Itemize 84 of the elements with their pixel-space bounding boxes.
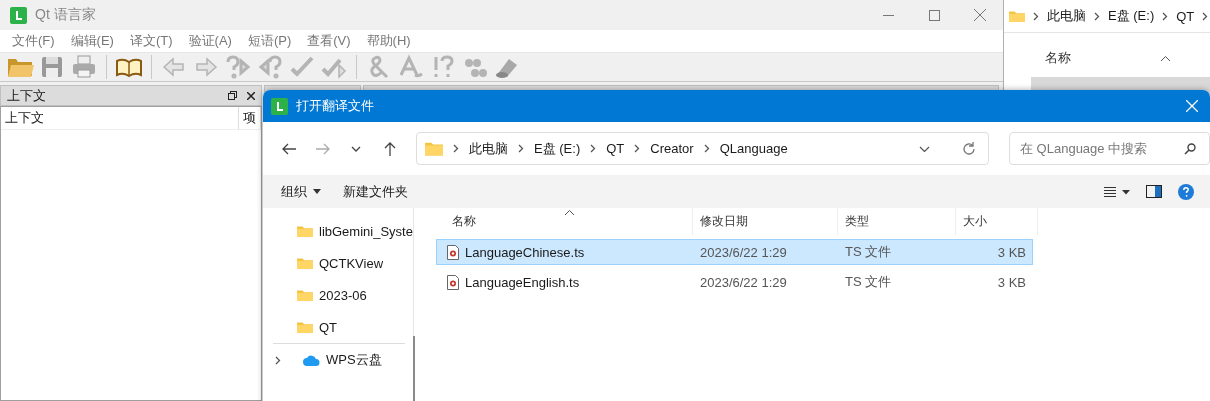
breadcrumb-item[interactable]: E盘 (E:): [1108, 7, 1155, 25]
folder-icon: [1009, 9, 1025, 23]
command-button[interactable]: 新建文件夹: [335, 178, 416, 205]
chevron-right-icon: [453, 144, 459, 153]
column-header[interactable]: 大小: [956, 208, 1038, 235]
chevron-right-icon: [1033, 11, 1039, 21]
sort-caret-icon: [1161, 55, 1170, 61]
chevron-right-icon: [703, 144, 710, 153]
modified-date: 2023/6/22 1:29: [699, 273, 788, 292]
help-icon[interactable]: [1178, 183, 1194, 200]
cloud-icon: [303, 354, 320, 366]
forward-arrow-icon[interactable]: [315, 142, 330, 155]
view-options-icon[interactable]: [1104, 186, 1130, 197]
file-icon: [447, 244, 459, 260]
menu-item[interactable]: 译文(T): [121, 32, 181, 50]
file-size: 3 KB: [996, 273, 1027, 292]
chevron-right-icon: [590, 144, 597, 153]
float-icon[interactable]: [228, 91, 237, 100]
chevron-right-icon: [1202, 11, 1209, 21]
breadcrumb-item[interactable]: 此电脑: [1047, 7, 1086, 25]
window-title: Qt 语言家: [35, 6, 96, 24]
folder-icon: [297, 320, 313, 334]
breadcrumb-item[interactable]: Creator: [650, 141, 694, 156]
up-arrow-icon[interactable]: [384, 141, 397, 156]
menu-item[interactable]: 短语(P): [239, 32, 300, 50]
file-name: LanguageEnglish.ts: [437, 270, 693, 294]
menu-item[interactable]: 验证(A): [180, 32, 240, 50]
nav-item[interactable]: WPS云盘: [263, 344, 413, 376]
refresh-icon[interactable]: [962, 141, 976, 156]
column-header[interactable]: 项: [239, 107, 261, 130]
folder-icon: [297, 256, 313, 270]
column-header[interactable]: 名称: [1045, 49, 1071, 67]
nav-item[interactable]: QCTKView: [263, 247, 413, 279]
nav-item[interactable]: QT: [263, 311, 413, 343]
expand-icon: [275, 355, 281, 365]
breadcrumb-item[interactable]: 此电脑: [469, 139, 508, 158]
search-icon: [1184, 142, 1196, 155]
close-icon[interactable]: [247, 91, 255, 100]
folder-icon: [297, 224, 313, 238]
modified-date: 2023/6/22 1:29: [699, 243, 788, 262]
app-logo-icon: [10, 6, 27, 24]
breadcrumb-item[interactable]: E盘 (E:): [534, 139, 581, 158]
search-field[interactable]: 在 QLanguage 中搜索: [1009, 132, 1210, 165]
breadcrumb-item[interactable]: QT: [606, 141, 625, 156]
menu-item[interactable]: 编辑(E): [62, 32, 122, 50]
back-arrow-icon[interactable]: [281, 142, 296, 155]
breadcrumb-item[interactable]: QLanguage: [719, 141, 788, 156]
file-row[interactable]: LanguageChinese.ts 2023/6/22 1:29 TS 文件 3 KB: [436, 239, 1033, 265]
minimize-icon[interactable]: [882, 14, 894, 16]
maximize-icon[interactable]: [928, 9, 940, 21]
chevron-right-icon: [518, 144, 524, 153]
column-header[interactable]: 名称: [436, 208, 693, 235]
breadcrumb-item[interactable]: QT: [1176, 8, 1195, 24]
sort-caret-icon: [565, 210, 574, 215]
file-row[interactable]: LanguageEnglish.ts 2023/6/22 1:29 TS 文件 3 KB: [436, 269, 1033, 295]
file-size: 3 KB: [996, 243, 1027, 262]
menu-item[interactable]: 文件(F): [4, 32, 63, 50]
dialog-title: 打开翻译文件: [296, 97, 374, 115]
printer-icon[interactable]: [70, 53, 98, 81]
menu-item[interactable]: 查看(V): [299, 32, 359, 50]
address-bar[interactable]: 此电脑 E盘 (E:) QT Creator QLanguage: [416, 132, 989, 165]
file-type: TS 文件: [844, 243, 893, 261]
dock-title: 上下文: [7, 86, 46, 105]
column-header[interactable]: 修改日期: [693, 208, 838, 235]
column-header[interactable]: 类型: [838, 208, 956, 235]
chevron-right-icon: [634, 144, 641, 153]
menu-item[interactable]: 帮助(H): [358, 32, 419, 50]
preview-pane-icon[interactable]: [1146, 185, 1162, 198]
file-icon: [447, 274, 459, 290]
nav-item[interactable]: libGemini_Syste: [263, 215, 413, 247]
command-button[interactable]: 组织: [273, 178, 329, 205]
chevron-right-icon: [1094, 11, 1100, 21]
scrollbar-thumb: [412, 336, 415, 401]
app-logo-icon: [271, 97, 288, 115]
file-type: TS 文件: [844, 273, 893, 291]
column-header[interactable]: 上下文: [1, 107, 239, 130]
caret-icon: [313, 189, 321, 194]
dropdown-icon[interactable]: [919, 145, 930, 152]
nav-item[interactable]: 2023-06: [263, 279, 413, 311]
folder-icon: [297, 288, 313, 302]
folder-icon: [425, 141, 443, 156]
file-name: LanguageChinese.ts: [437, 240, 693, 264]
chevron-right-icon: [1162, 11, 1169, 21]
chevron-down-icon[interactable]: [351, 145, 362, 152]
